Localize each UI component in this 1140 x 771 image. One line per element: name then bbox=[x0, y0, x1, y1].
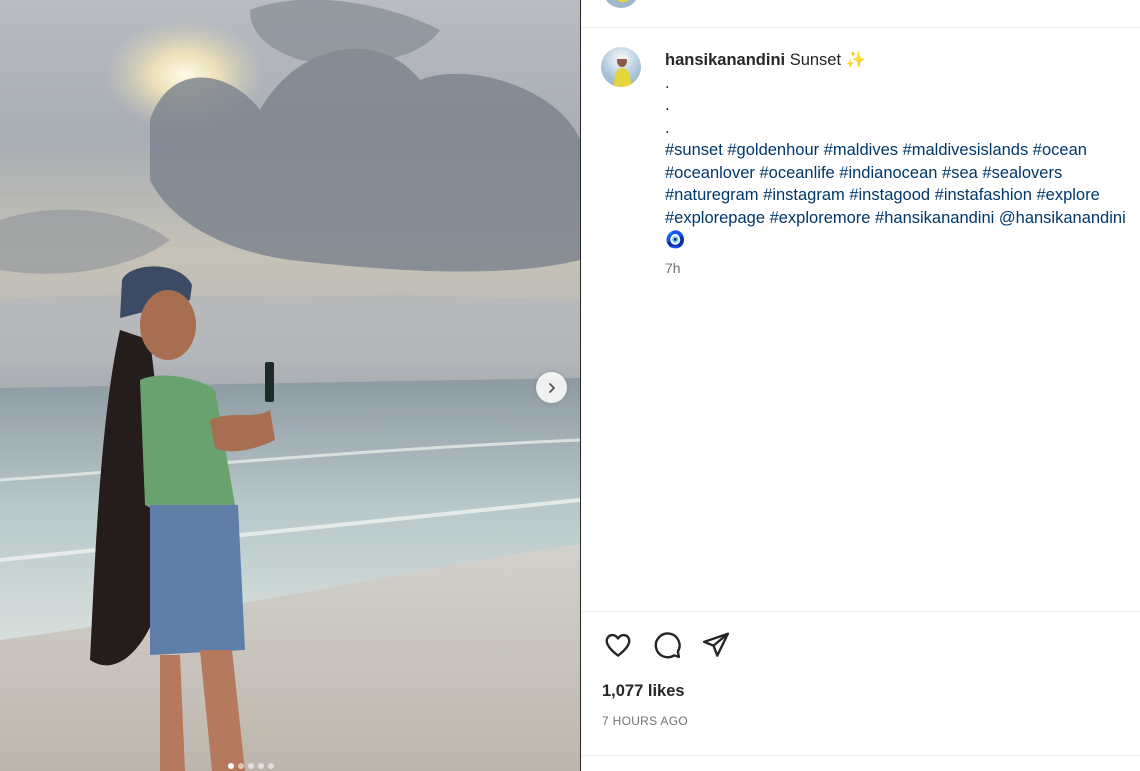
like-button[interactable] bbox=[601, 628, 634, 661]
caption-title: Sunset ✨ bbox=[789, 51, 867, 69]
carousel-dot bbox=[248, 763, 254, 769]
hashtag-line[interactable]: #oceanlover #oceanlife #indianocean #sea… bbox=[665, 162, 1140, 185]
carousel-dot bbox=[258, 763, 264, 769]
caption-dot: . bbox=[665, 73, 670, 92]
post-media[interactable] bbox=[0, 0, 580, 771]
comment-input-divider bbox=[581, 755, 1140, 756]
post-details-panel: hansikanandini Sunset ✨ . . . #sunset #g… bbox=[581, 0, 1140, 771]
carousel-dot bbox=[238, 763, 244, 769]
comment-icon bbox=[654, 631, 681, 658]
hashtag-line[interactable]: #naturegram #instagram #instagood #insta… bbox=[665, 184, 1140, 207]
hashtag-line[interactable]: #sunset #goldenhour #maldives #maldivesi… bbox=[665, 139, 1140, 162]
action-bar bbox=[601, 628, 732, 661]
header-avatar[interactable] bbox=[603, 0, 639, 8]
likes-count[interactable]: 1,077 likes bbox=[602, 682, 685, 701]
carousel-dot bbox=[268, 763, 274, 769]
chevron-right-icon bbox=[548, 382, 555, 393]
caption-dot: . bbox=[665, 96, 670, 114]
share-button[interactable] bbox=[699, 628, 732, 661]
username-link[interactable]: hansikanandini bbox=[665, 51, 785, 69]
comment-timestamp[interactable]: 7h bbox=[665, 260, 681, 276]
actions-divider bbox=[581, 611, 1140, 612]
next-slide-button[interactable] bbox=[536, 372, 567, 403]
caption-text: hansikanandini Sunset ✨ . . . #sunset #g… bbox=[665, 49, 1140, 252]
paper-plane-icon bbox=[702, 632, 729, 657]
comment-button[interactable] bbox=[650, 628, 683, 661]
carousel-dot-active bbox=[228, 763, 234, 769]
avatar-photo bbox=[614, 54, 631, 87]
caption-dot: . bbox=[665, 118, 670, 137]
beach-sunset-photo bbox=[0, 0, 580, 771]
nazar-emoji: 🧿 bbox=[665, 231, 686, 249]
heart-icon bbox=[605, 633, 630, 657]
avatar[interactable] bbox=[601, 47, 641, 87]
post-header bbox=[581, 0, 1140, 28]
carousel-indicator bbox=[228, 763, 274, 769]
hashtag-line[interactable]: #explorepage #exploremore #hansikanandin… bbox=[665, 207, 1140, 230]
post-timestamp[interactable]: 7 HOURS AGO bbox=[602, 714, 688, 728]
